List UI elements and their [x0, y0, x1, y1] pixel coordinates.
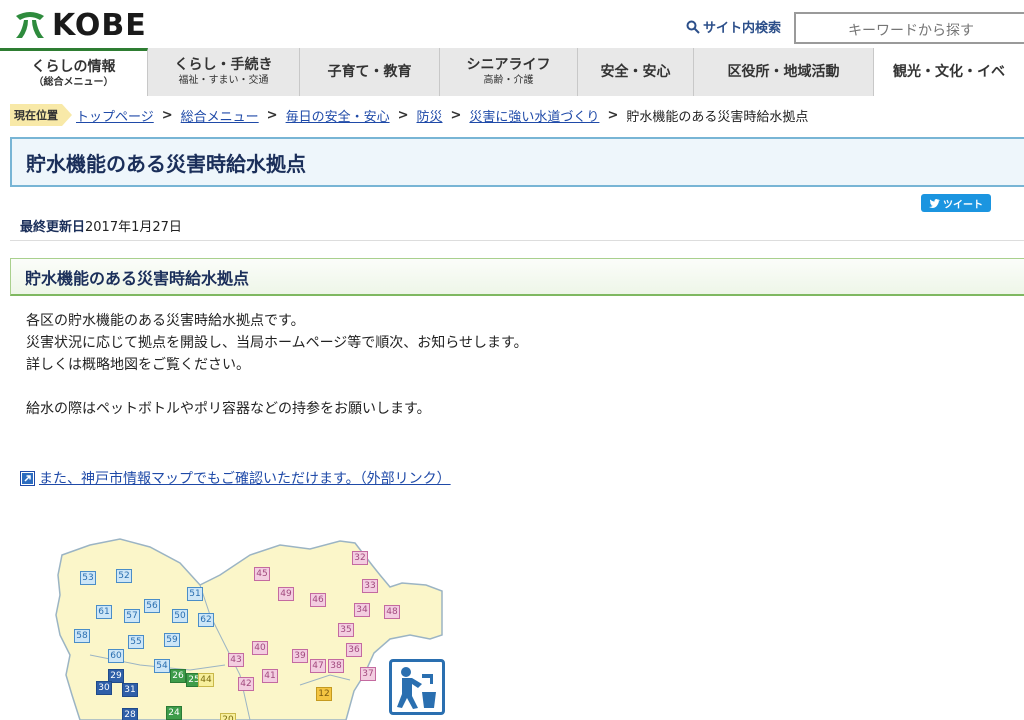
chevron-right-icon: >: [607, 107, 619, 123]
map-marker[interactable]: 35: [338, 623, 354, 637]
chevron-right-icon: >: [266, 107, 278, 123]
divider: [10, 240, 1024, 241]
map-marker[interactable]: 51: [187, 587, 203, 601]
map-marker[interactable]: 33: [362, 579, 378, 593]
map-marker[interactable]: 45: [254, 567, 270, 581]
chevron-right-icon: >: [397, 107, 409, 123]
map-marker[interactable]: 62: [198, 613, 214, 627]
map-marker[interactable]: 61: [96, 605, 112, 619]
map-marker[interactable]: 58: [74, 629, 90, 643]
page-title-box: 貯水機能のある災害時給水拠点: [10, 137, 1024, 187]
map-marker[interactable]: 56: [144, 599, 160, 613]
nav-item-label: くらしの情報: [31, 58, 116, 75]
info-map-external-link[interactable]: また、神戸市情報マップでもご確認いただけます。（外部リンク）: [39, 468, 451, 488]
search-input[interactable]: [794, 12, 1024, 44]
kobe-emblem-icon: [16, 12, 44, 38]
nav-item-label: シニアライフ: [466, 57, 551, 73]
paragraph: 詳しくは概略地図をご覧ください。: [26, 357, 250, 373]
map-marker[interactable]: 39: [292, 649, 308, 663]
map-marker[interactable]: 20: [220, 713, 236, 720]
nav-item-label: くらし・手続き: [174, 57, 273, 73]
map-marker[interactable]: 43: [228, 653, 244, 667]
site-search-text: サイト内検索: [703, 21, 782, 36]
map-marker[interactable]: 59: [164, 633, 180, 647]
map-marker[interactable]: 37: [360, 667, 376, 681]
map-marker[interactable]: 42: [238, 677, 254, 691]
chevron-right-icon: >: [161, 107, 173, 123]
breadcrumb-link-disaster[interactable]: 防災: [417, 106, 443, 125]
breadcrumb-link-safety[interactable]: 毎日の安全・安心: [286, 106, 390, 125]
search-icon: [686, 20, 700, 34]
map-marker[interactable]: 24: [166, 706, 182, 720]
last-updated-date: 2017年1月27日: [85, 220, 182, 235]
map-marker[interactable]: 28: [122, 708, 138, 720]
map-marker[interactable]: 44: [198, 673, 214, 687]
breadcrumb-link-top[interactable]: トップページ: [76, 106, 154, 125]
external-link-row: また、神戸市情報マップでもご確認いただけます。（外部リンク）: [20, 468, 451, 488]
section-heading-box: 貯水機能のある災害時給水拠点: [10, 258, 1024, 296]
page-title: 貯水機能のある災害時給水拠点: [26, 151, 306, 176]
map-marker[interactable]: 26: [170, 669, 186, 683]
water-supply-map: 53 52 51 61 57 56 50 62 58 55 59 60 54 2…: [50, 535, 450, 720]
nav-item-tourism[interactable]: 観光・文化・イベ: [874, 48, 1024, 96]
map-marker[interactable]: 32: [352, 551, 368, 565]
logo-text: KOBE: [52, 8, 147, 43]
map-marker[interactable]: 12: [316, 687, 332, 701]
breadcrumb: 現在位置 トップページ > 総合メニュー > 毎日の安全・安心 > 防災 > 災…: [10, 104, 808, 126]
body-text: 各区の貯水機能のある災害時給水拠点です。 災害状況に応じて拠点を開設し、当局ホー…: [26, 310, 528, 420]
last-updated-label: 最終更新日: [20, 220, 86, 235]
nav-item-label: 安全・安心: [600, 64, 671, 80]
section-heading: 貯水機能のある災害時給水拠点: [25, 268, 250, 288]
twitter-bird-icon: [929, 198, 940, 208]
tweet-label: ツイート: [943, 199, 983, 211]
map-marker[interactable]: 40: [252, 641, 268, 655]
nav-item-childcare[interactable]: 子育て・教育: [300, 48, 440, 96]
map-marker[interactable]: 49: [278, 587, 294, 601]
map-marker[interactable]: 50: [172, 609, 188, 623]
breadcrumb-link-menu[interactable]: 総合メニュー: [181, 106, 259, 125]
last-updated: 最終更新日2017年1月27日: [20, 216, 182, 235]
map-marker[interactable]: 38: [328, 659, 344, 673]
site-search-label: サイト内検索: [686, 17, 781, 36]
chevron-right-icon: >: [450, 107, 462, 123]
nav-item-label: 観光・文化・イベ: [893, 64, 1005, 80]
nav-item-label: 区役所・地域活動: [727, 64, 840, 80]
header: KOBE サイト内検索: [0, 0, 1024, 48]
nav-item-ward-office[interactable]: 区役所・地域活動: [694, 48, 874, 96]
map-marker[interactable]: 48: [384, 605, 400, 619]
paragraph: 給水の際はペットボトルやポリ容器などの持参をお願いします。: [26, 401, 431, 417]
map-marker[interactable]: 36: [346, 643, 362, 657]
map-marker[interactable]: 57: [124, 609, 140, 623]
nav-item-sublabel: 高齢・介護: [483, 75, 534, 86]
nav-item-senior[interactable]: シニアライフ 高齢・介護: [440, 48, 578, 96]
external-link-icon: [20, 470, 35, 486]
breadcrumb-badge: 現在位置: [10, 104, 72, 126]
global-nav: くらしの情報 （総合メニュー） くらし・手続き 福祉・すまい・交通 子育て・教育…: [0, 48, 1024, 96]
map-marker[interactable]: 52: [116, 569, 132, 583]
map-marker[interactable]: 34: [354, 603, 370, 617]
water-supply-icon: [389, 659, 445, 715]
kobe-logo[interactable]: KOBE: [12, 10, 147, 42]
map-marker[interactable]: 31: [122, 683, 138, 697]
breadcrumb-current: 貯水機能のある災害時給水拠点: [626, 109, 809, 125]
nav-item-label: 子育て・教育: [327, 64, 412, 80]
paragraph: 災害状況に応じて拠点を開設し、当局ホームページ等で順次、お知らせします。: [26, 335, 528, 351]
nav-item-sublabel: （総合メニュー）: [33, 76, 114, 88]
map-marker[interactable]: 60: [108, 649, 124, 663]
map-marker[interactable]: 54: [154, 659, 170, 673]
map-marker[interactable]: 47: [310, 659, 326, 673]
nav-item-safety[interactable]: 安全・安心: [578, 48, 694, 96]
nav-item-sublabel: 福祉・すまい・交通: [178, 75, 269, 86]
paragraph: 各区の貯水機能のある災害時給水拠点です。: [26, 313, 305, 329]
breadcrumb-link-water[interactable]: 災害に強い水道づくり: [469, 106, 599, 125]
tweet-button[interactable]: ツイート: [921, 194, 991, 212]
map-marker[interactable]: 30: [96, 681, 112, 695]
map-marker[interactable]: 46: [310, 593, 326, 607]
map-marker[interactable]: 55: [128, 635, 144, 649]
map-marker[interactable]: 41: [262, 669, 278, 683]
nav-item-lifestyle-info[interactable]: くらしの情報 （総合メニュー）: [0, 48, 148, 96]
nav-item-procedures[interactable]: くらし・手続き 福祉・すまい・交通: [148, 48, 300, 96]
map-marker[interactable]: 53: [80, 571, 96, 585]
